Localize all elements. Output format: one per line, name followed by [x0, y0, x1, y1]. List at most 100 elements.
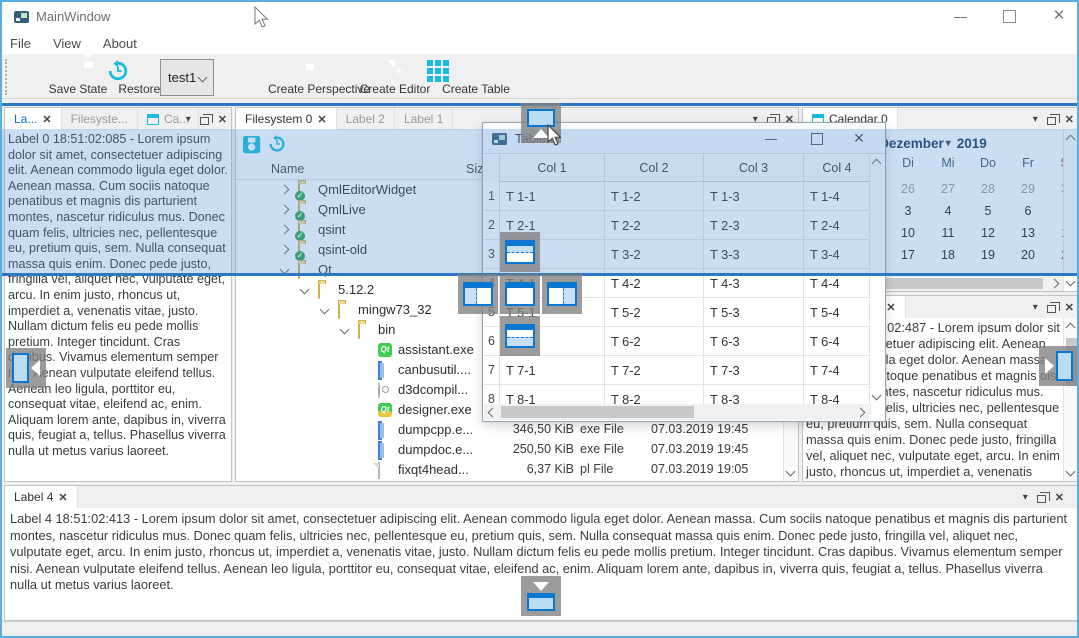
file-date: 07.03.2019 19:05 — [651, 462, 748, 476]
tree-expander-icon[interactable] — [300, 285, 310, 295]
scrollbar-thumb[interactable] — [501, 406, 694, 418]
tab-filesystem0[interactable]: Filesystem 0 ✕ — [236, 108, 337, 130]
undock-icon[interactable] — [1047, 305, 1056, 313]
table-cell[interactable]: T 7-4 — [804, 356, 871, 385]
mouse-cursor — [254, 6, 270, 30]
tab-label0[interactable]: La... ✕ — [5, 108, 62, 130]
dock-area-center-indicator[interactable] — [500, 274, 540, 314]
table-row[interactable]: 7T 7-1T 7-2T 7-3T 7-4 — [484, 356, 872, 385]
undock-icon[interactable] — [200, 117, 209, 125]
tree-item[interactable]: fixqt4head...6,37 KiBpl File07.03.2019 1… — [236, 460, 783, 480]
arrow-right-icon — [1045, 358, 1054, 374]
table-cell[interactable]: T 5-3 — [704, 298, 804, 327]
perspective-combo[interactable]: test1 — [160, 59, 214, 96]
scroll-down-icon[interactable] — [1066, 277, 1076, 287]
save-state-button[interactable]: Save State — [10, 56, 78, 98]
restore-state-button[interactable]: Restore State — [81, 56, 155, 98]
toolbar-grip[interactable] — [5, 59, 7, 95]
dock-area-left-indicator[interactable] — [458, 274, 498, 314]
table-row-number[interactable]: 7 — [484, 356, 500, 385]
dock-area-left-icon — [463, 282, 493, 306]
tab-close-icon[interactable]: ✕ — [317, 113, 326, 126]
close-panel-icon[interactable]: ✕ — [1065, 301, 1074, 314]
tab-label1-text: Label 1 — [404, 112, 443, 126]
dock-right-icon — [1056, 351, 1073, 381]
close-icon[interactable]: ✕ — [1050, 6, 1068, 26]
tab-label0-text: La... — [14, 112, 37, 126]
menu-about[interactable]: About — [95, 36, 151, 51]
restore-icon — [107, 60, 129, 82]
tab-label1[interactable]: Label 1 — [395, 108, 453, 130]
file-date: 07.03.2019 19:45 — [651, 442, 748, 456]
close-panel-icon[interactable]: ✕ — [218, 113, 227, 126]
scroll-down-icon[interactable] — [786, 467, 796, 477]
scroll-down-icon[interactable] — [872, 391, 882, 401]
table-cell[interactable]: T 7-1 — [500, 356, 605, 385]
dock-area-right-indicator[interactable] — [542, 274, 582, 314]
scroll-left-icon[interactable] — [488, 408, 498, 418]
app-icon — [378, 441, 382, 460]
qt-designer-icon: Qt — [378, 403, 392, 417]
dock-bottom-indicator[interactable] — [521, 576, 561, 616]
tree-item-label: mingw73_32 — [358, 302, 432, 317]
undock-icon[interactable] — [1047, 117, 1056, 125]
menu-file[interactable]: File — [2, 36, 45, 51]
minimize-icon[interactable] — [954, 17, 967, 18]
create-table-button[interactable]: Create Table — [400, 56, 476, 98]
table-row-number[interactable]: 6 — [484, 327, 500, 356]
tab-menu-icon[interactable]: ▾ — [1023, 492, 1028, 503]
scroll-up-icon[interactable] — [1066, 323, 1076, 333]
chevron-down-icon — [198, 73, 208, 83]
tab-label2-text: Label 2 — [346, 112, 385, 126]
tab-close-icon[interactable]: ✕ — [42, 113, 51, 126]
menubar: File View About — [2, 32, 1077, 54]
tab-menu-icon[interactable]: ▾ — [1033, 302, 1038, 313]
table-horizontal-scrollbar[interactable] — [484, 404, 869, 420]
dock-area-right-icon — [547, 282, 577, 306]
table-cell[interactable]: T 5-4 — [804, 298, 871, 327]
dock-right-indicator[interactable] — [1039, 346, 1079, 386]
close-panel-icon[interactable]: ✕ — [1055, 491, 1064, 504]
titlebar[interactable]: MainWindow ✕ — [2, 2, 1077, 32]
tab-menu-icon[interactable]: ▾ — [1033, 114, 1038, 125]
scroll-right-icon[interactable] — [1050, 279, 1060, 289]
maximize-icon[interactable] — [1003, 10, 1016, 23]
app-icon — [378, 421, 382, 440]
tree-item[interactable]: dumpcpp.e...346,50 KiBexe File07.03.2019… — [236, 420, 783, 440]
table-cell[interactable]: T 7-3 — [704, 356, 804, 385]
tab-label4[interactable]: Label 4 ✕ — [5, 486, 78, 508]
tab-filesystem[interactable]: Filesyste... — [62, 108, 138, 130]
table-cell[interactable]: T 6-2 — [605, 327, 704, 356]
tab-filesystem-text: Filesyste... — [71, 112, 128, 126]
dock-area-bottom-indicator[interactable] — [500, 316, 540, 356]
file-type: pl File — [580, 462, 613, 476]
tab-close-icon[interactable]: ✕ — [58, 491, 67, 504]
undock-icon[interactable] — [1037, 495, 1046, 503]
file-icon — [378, 462, 380, 479]
table-cell[interactable]: T 7-2 — [605, 356, 704, 385]
scroll-right-icon[interactable] — [856, 408, 866, 418]
statusbar — [2, 621, 1077, 638]
scroll-down-icon[interactable] — [1066, 467, 1076, 477]
dock-area-top-indicator[interactable] — [500, 232, 540, 272]
table-cell[interactable]: T 6-4 — [804, 327, 871, 356]
tab-label2[interactable]: Label 2 — [337, 108, 395, 130]
tab-close-icon[interactable]: ✕ — [886, 301, 895, 314]
dock-left-indicator[interactable] — [6, 348, 46, 388]
table-cell[interactable]: T 6-3 — [704, 327, 804, 356]
table-row[interactable]: 6T 6-1T 6-2T 6-3T 6-4 — [484, 327, 872, 356]
qt-app-icon: Qt — [378, 343, 392, 357]
create-perspective-button[interactable]: Create Perspective — [218, 56, 318, 98]
tree-expander-icon[interactable] — [340, 325, 350, 335]
app-icon — [378, 361, 382, 380]
label5-vertical-scrollbar[interactable] — [1063, 318, 1078, 481]
tree-expander-icon[interactable] — [320, 305, 330, 315]
arrow-left-icon — [31, 360, 40, 376]
create-editor-button[interactable]: Create Editor — [323, 56, 395, 98]
file-type: exe File — [580, 442, 624, 456]
folder-icon — [358, 322, 360, 339]
table-cell[interactable]: T 5-2 — [605, 298, 704, 327]
tab-menu-icon[interactable]: ▾ — [186, 114, 191, 125]
close-panel-icon[interactable]: ✕ — [1065, 113, 1074, 126]
tree-item[interactable]: dumpdoc.e...250,50 KiBexe File07.03.2019… — [236, 440, 783, 460]
